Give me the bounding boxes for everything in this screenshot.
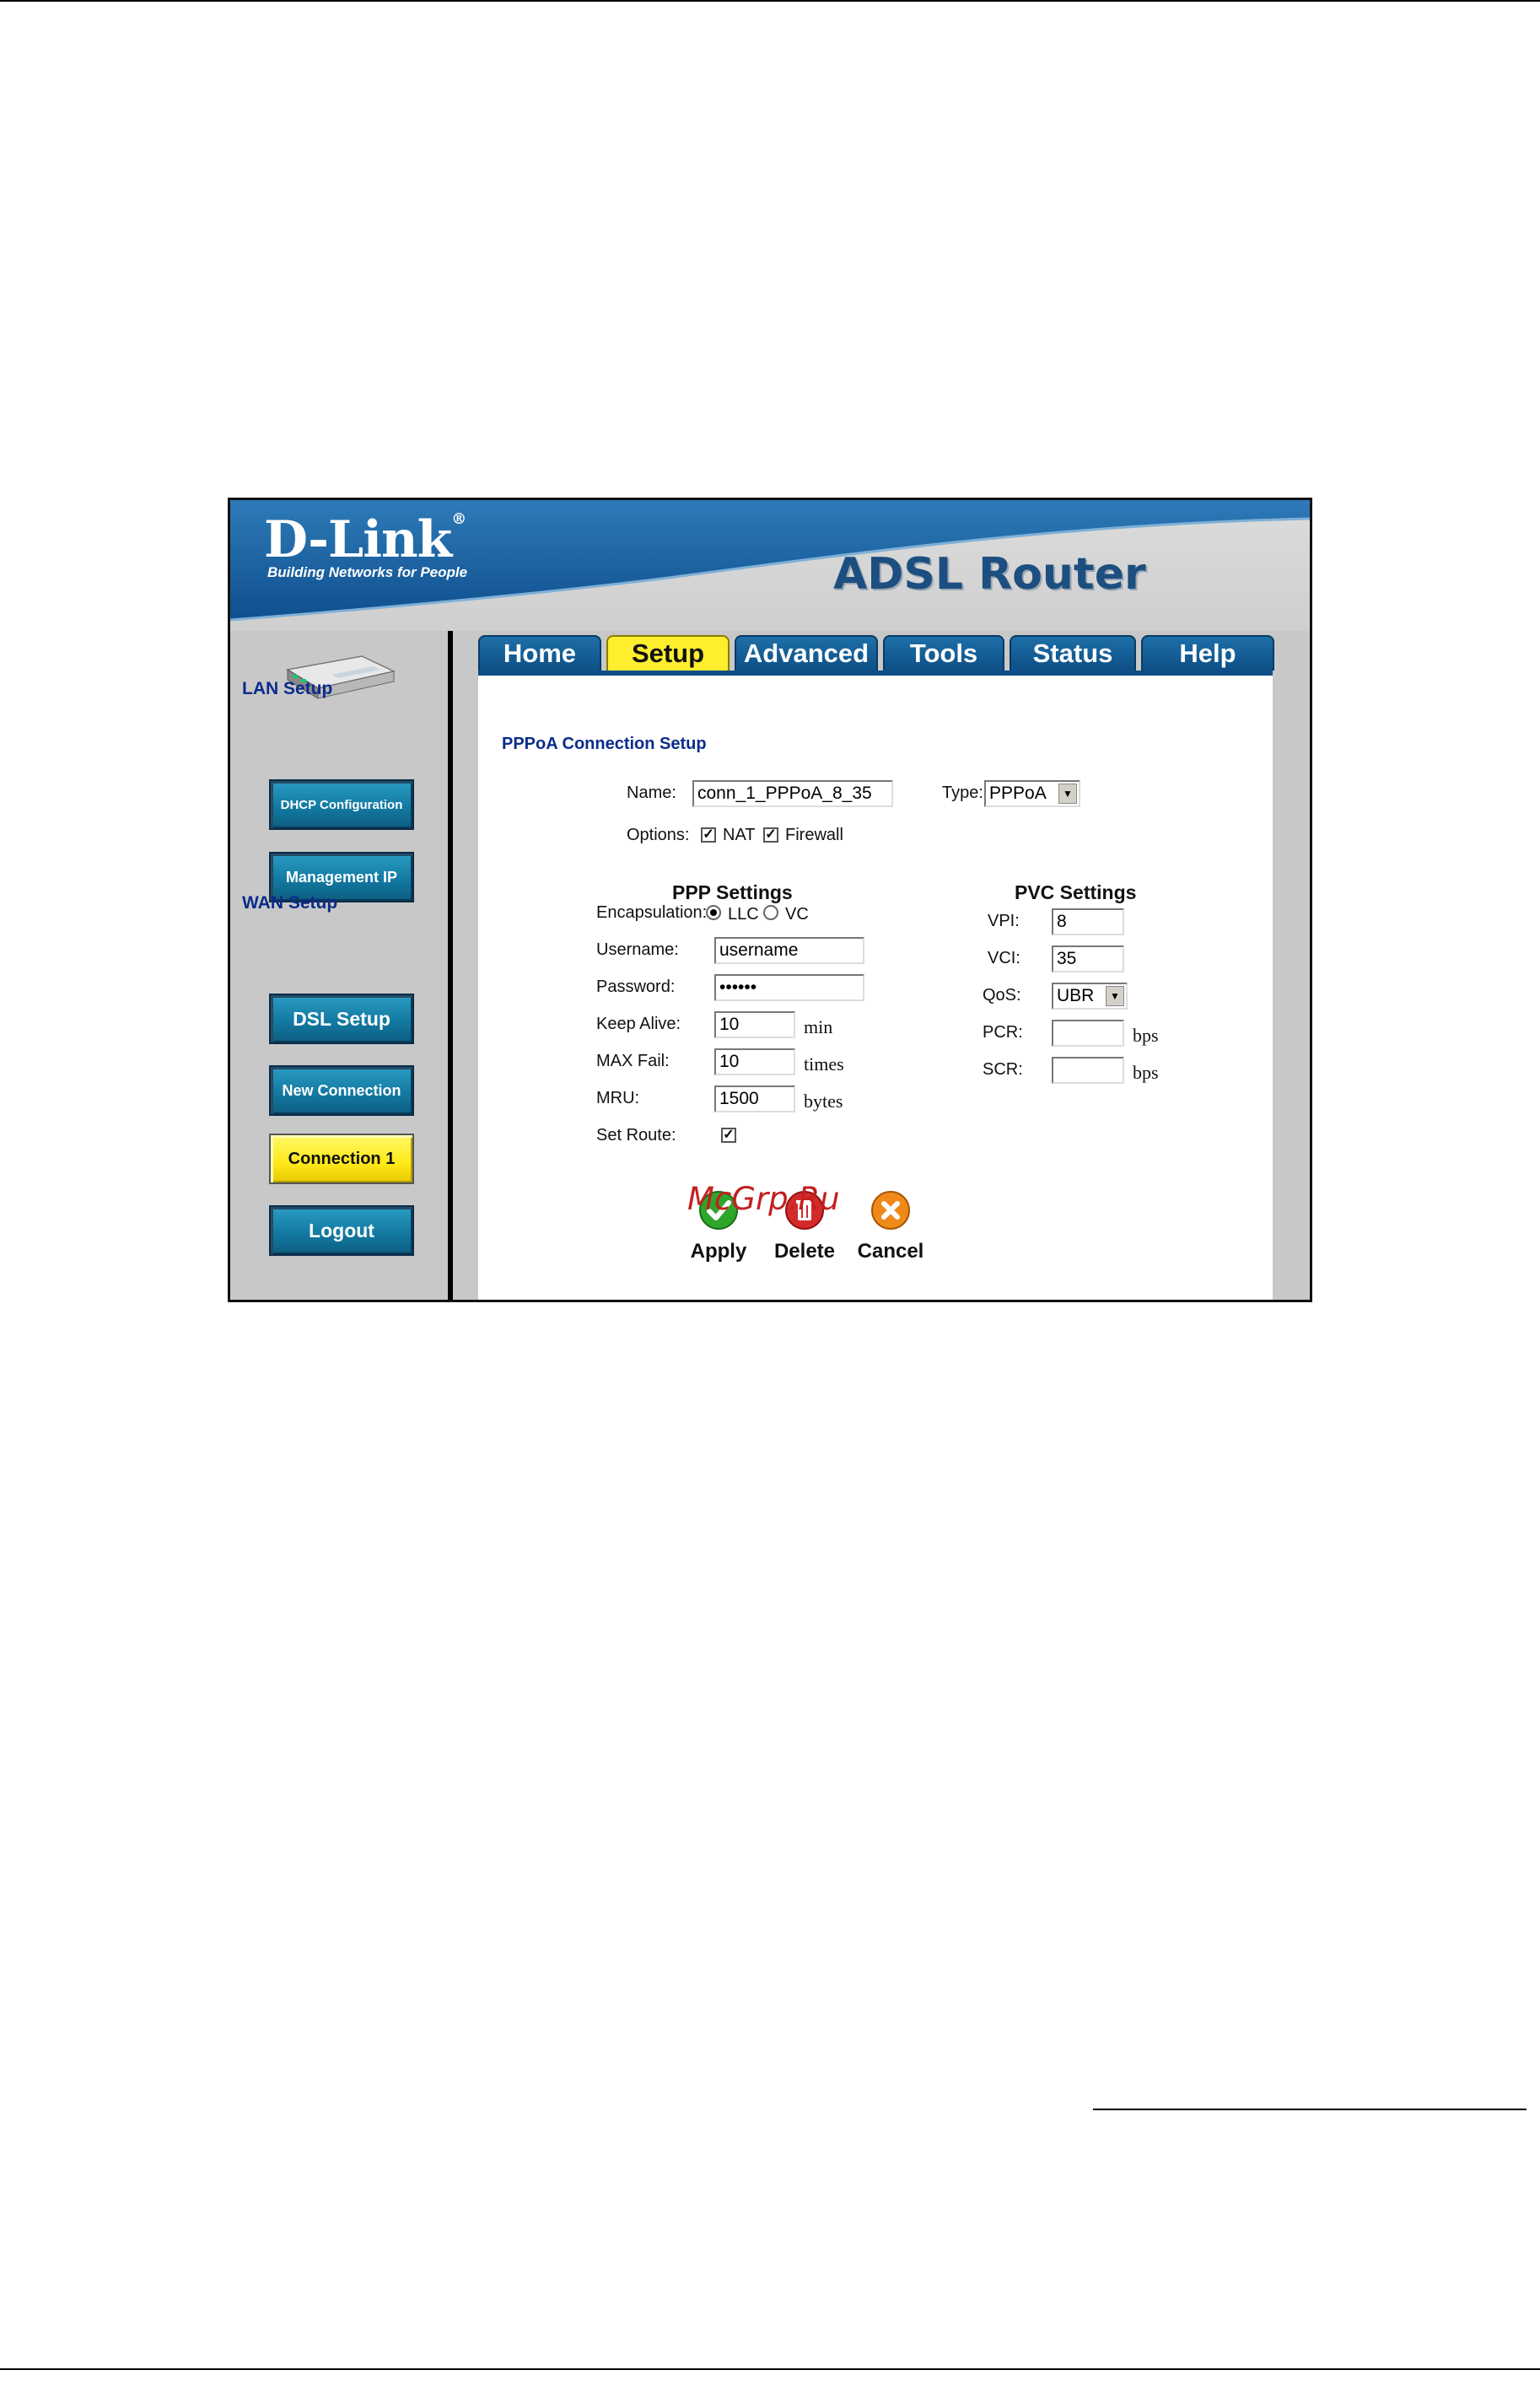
tab-help[interactable]: Help xyxy=(1141,635,1274,671)
mru-input[interactable] xyxy=(714,1085,795,1112)
tab-setup[interactable]: Setup xyxy=(606,635,730,671)
pcr-input[interactable] xyxy=(1052,1020,1124,1047)
dhcp-configuration-button[interactable]: DHCP Configuration xyxy=(269,779,414,830)
name-label: Name: xyxy=(627,784,676,802)
max-fail-input[interactable] xyxy=(714,1048,795,1075)
tab-advanced[interactable]: Advanced xyxy=(735,635,878,671)
pvc-settings-heading: PVC Settings xyxy=(1015,881,1137,903)
chevron-down-icon: ▼ xyxy=(1106,986,1124,1006)
type-select[interactable]: PPPoA ▼ xyxy=(984,780,1080,807)
product-title: ADSL Router xyxy=(833,549,1146,600)
logout-button[interactable]: Logout xyxy=(269,1205,414,1256)
dlink-logo: D-Link® xyxy=(264,510,466,569)
main-tabs: Home Setup Advanced Tools Status Help xyxy=(478,635,1279,671)
connection-1-button[interactable]: Connection 1 xyxy=(269,1134,414,1184)
lan-setup-heading: LAN Setup xyxy=(242,679,333,698)
ppp-settings-heading: PPP Settings xyxy=(672,881,793,903)
name-input[interactable] xyxy=(692,780,893,807)
cancel-button[interactable]: Cancel xyxy=(853,1190,929,1263)
tab-status[interactable]: Status xyxy=(1010,635,1136,671)
firewall-checkbox[interactable]: ✓ xyxy=(763,827,778,843)
username-input[interactable] xyxy=(714,937,864,964)
max-fail-label: MAX Fail: xyxy=(596,1052,670,1070)
logo-tagline: Building Networks for People xyxy=(267,564,468,580)
qos-select-value: UBR xyxy=(1057,986,1095,1005)
username-label: Username: xyxy=(596,940,679,959)
keep-alive-unit: min xyxy=(804,1016,833,1037)
page-title: PPPoA Connection Setup xyxy=(502,735,707,753)
max-fail-unit: times xyxy=(804,1053,844,1075)
header-banner: D-Link® Building Networks for People ADS… xyxy=(230,500,1310,631)
chevron-down-icon: ▼ xyxy=(1058,784,1077,804)
vpi-input[interactable] xyxy=(1052,908,1124,935)
sidebar: LAN Setup DHCP Configuration Management … xyxy=(230,631,448,1300)
tab-tools[interactable]: Tools xyxy=(883,635,1004,671)
llc-label: LLC xyxy=(728,905,759,924)
type-label: Type: xyxy=(942,784,983,802)
setup-panel: PPPoA Connection Setup Name: Type: PPPoA… xyxy=(478,671,1273,1300)
password-label: Password: xyxy=(596,978,676,996)
password-input[interactable] xyxy=(714,974,864,1001)
watermark-text: McGrp.Ru xyxy=(687,1181,840,1217)
vc-label: VC xyxy=(785,905,809,924)
qos-select[interactable]: UBR ▼ xyxy=(1052,983,1128,1010)
vci-input[interactable] xyxy=(1052,945,1124,972)
cancel-x-icon xyxy=(871,1191,910,1230)
nat-label: NAT xyxy=(723,826,756,844)
wan-setup-heading: WAN Setup xyxy=(242,893,338,913)
new-connection-button[interactable]: New Connection xyxy=(269,1065,414,1116)
type-select-value: PPPoA xyxy=(989,784,1047,803)
pcr-unit: bps xyxy=(1133,1025,1159,1046)
delete-label: Delete xyxy=(773,1240,836,1263)
nat-checkbox[interactable]: ✓ xyxy=(701,827,716,843)
llc-radio[interactable] xyxy=(706,905,721,920)
qos-label: QoS: xyxy=(983,986,1021,1005)
dsl-setup-button[interactable]: DSL Setup xyxy=(269,994,414,1044)
scr-label: SCR: xyxy=(983,1060,1023,1079)
footnote-rule xyxy=(1093,2109,1527,2110)
tab-home[interactable]: Home xyxy=(478,635,601,671)
vpi-label: VPI: xyxy=(988,912,1020,930)
scr-unit: bps xyxy=(1133,1062,1159,1083)
vc-radio[interactable] xyxy=(763,905,778,920)
apply-label: Apply xyxy=(690,1240,747,1263)
firewall-label: Firewall xyxy=(785,826,843,844)
pcr-label: PCR: xyxy=(983,1023,1023,1042)
mru-unit: bytes xyxy=(804,1091,843,1112)
keep-alive-label: Keep Alive: xyxy=(596,1015,681,1033)
mru-label: MRU: xyxy=(596,1089,640,1107)
vci-label: VCI: xyxy=(988,949,1020,967)
cancel-label: Cancel xyxy=(857,1240,924,1263)
scr-input[interactable] xyxy=(1052,1057,1124,1084)
encapsulation-label: Encapsulation: xyxy=(596,903,708,922)
set-route-label: Set Route: xyxy=(596,1126,676,1145)
set-route-checkbox[interactable]: ✓ xyxy=(721,1128,736,1143)
bottom-rule xyxy=(0,2368,1540,2370)
keep-alive-input[interactable] xyxy=(714,1011,795,1038)
top-rule xyxy=(0,0,1540,2)
options-label: Options: xyxy=(627,826,690,844)
